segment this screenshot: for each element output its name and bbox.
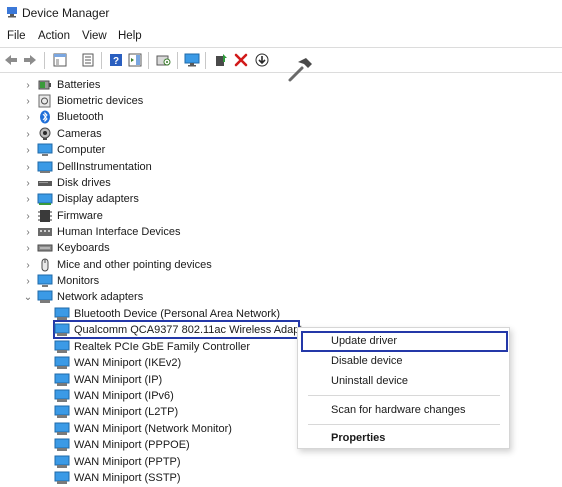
tree-item-monitors[interactable]: › Monitors: [26, 273, 99, 289]
menu-view[interactable]: View: [82, 30, 107, 42]
scan-hardware-icon[interactable]: [156, 52, 172, 68]
tree-item-network-child[interactable]: WAN Miniport (PPTP): [54, 454, 181, 470]
chevron-right-icon[interactable]: ›: [23, 192, 33, 206]
chevron-right-icon[interactable]: ›: [23, 78, 33, 92]
tree-item-network-adapters[interactable]: ⌄ Network adapters: [24, 289, 143, 305]
help-icon[interactable]: ?: [108, 52, 124, 68]
uninstall-icon[interactable]: [233, 52, 249, 68]
computer-icon: [37, 143, 53, 156]
tree-item-computer[interactable]: › Computer: [26, 142, 105, 158]
context-menu-separator: [308, 424, 500, 425]
menu-help[interactable]: Help: [118, 30, 142, 42]
monitor-icon[interactable]: [184, 52, 200, 68]
network-adapter-icon: [54, 438, 70, 451]
back-icon[interactable]: [3, 52, 19, 68]
tree-item-network-child[interactable]: WAN Miniport (IP): [54, 372, 162, 388]
chevron-right-icon[interactable]: ›: [23, 127, 33, 141]
network-adapter-icon: [54, 356, 70, 369]
tree-item-network-child[interactable]: WAN Miniport (Network Monitor): [54, 421, 232, 437]
properties-icon[interactable]: [80, 52, 96, 68]
tree-item-network-child[interactable]: WAN Miniport (SSTP): [54, 470, 181, 486]
forward-icon[interactable]: [22, 52, 38, 68]
network-adapter-icon: [54, 323, 70, 336]
chevron-right-icon[interactable]: ›: [23, 274, 33, 288]
tree-item-network-child[interactable]: WAN Miniport (PPPOE): [54, 437, 190, 453]
chevron-right-icon[interactable]: ›: [23, 110, 33, 124]
tree-item-biometric-devices[interactable]: › Biometric devices: [26, 93, 143, 109]
action-pane-icon[interactable]: [127, 52, 143, 68]
firmware-icon: [38, 210, 52, 222]
menu-bar: File Action View Help: [0, 28, 562, 46]
tree-item-firmware[interactable]: › Firmware: [26, 208, 103, 224]
network-adapter-icon: [54, 340, 70, 353]
network-adapter-icon: [54, 405, 70, 418]
chevron-right-icon[interactable]: ›: [23, 225, 33, 239]
tree-item-network-child[interactable]: WAN Miniport (L2TP): [54, 404, 178, 420]
uninstall-device-menu-item[interactable]: Uninstall device: [331, 375, 408, 387]
title-bar: Device Manager: [0, 0, 562, 26]
tree-item-network-child[interactable]: WAN Miniport (IPv6): [54, 388, 174, 404]
tree-item-disk-drives[interactable]: › Disk drives: [26, 175, 110, 191]
network-adapter-icon: [54, 307, 70, 320]
chevron-right-icon[interactable]: ›: [23, 94, 33, 108]
tree-item-network-child[interactable]: WAN Miniport (IKEv2): [54, 355, 181, 371]
tree-item-bluetooth[interactable]: › Bluetooth: [26, 109, 103, 125]
menu-file[interactable]: File: [7, 30, 26, 42]
chevron-down-icon[interactable]: ⌄: [23, 290, 33, 304]
chevron-right-icon[interactable]: ›: [23, 160, 33, 174]
tree-item-network-child[interactable]: Bluetooth Device (Personal Area Network): [54, 306, 280, 322]
chevron-right-icon[interactable]: ›: [23, 209, 33, 223]
network-adapter-icon: [54, 471, 70, 484]
tree-item-display-adapters[interactable]: › Display adapters: [26, 191, 139, 207]
tree-item-network-child[interactable]: Realtek PCIe GbE Family Controller: [54, 339, 250, 355]
device-manager-icon: [7, 7, 17, 18]
disk-drive-icon: [38, 181, 52, 186]
network-adapter-icon: [54, 389, 70, 402]
window-title: Device Manager: [22, 6, 110, 20]
toolbar: ?: [0, 47, 562, 73]
tree-item-cameras[interactable]: › Cameras: [26, 126, 102, 142]
tree-item-mice[interactable]: › Mice and other pointing devices: [26, 257, 212, 273]
battery-icon: [38, 80, 51, 90]
fingerprint-icon: [38, 94, 51, 108]
display-adapter-icon: [37, 193, 53, 205]
camera-icon: [39, 127, 51, 140]
download-icon[interactable]: [254, 52, 270, 68]
dell-device-icon: [37, 161, 53, 173]
context-menu-separator: [308, 395, 500, 396]
console-tree-icon[interactable]: [52, 52, 68, 68]
disable-device-menu-item[interactable]: Disable device: [331, 355, 403, 367]
menu-action[interactable]: Action: [38, 30, 70, 42]
chevron-right-icon[interactable]: ›: [23, 241, 33, 255]
chevron-right-icon[interactable]: ›: [23, 258, 33, 272]
update-driver-menu-item[interactable]: Update driver: [331, 335, 397, 347]
context-menu: Update driver Disable device Uninstall d…: [297, 327, 510, 449]
tree-item-dellinstrumentation[interactable]: › DellInstrumentation: [26, 159, 152, 175]
tree-item-keyboards[interactable]: › Keyboards: [26, 240, 109, 256]
tree-item-batteries[interactable]: › Batteries: [26, 77, 100, 93]
svg-text:?: ?: [113, 56, 119, 67]
chevron-right-icon[interactable]: ›: [23, 143, 33, 157]
mouse-icon: [41, 258, 49, 272]
tree-item-network-child-selected[interactable]: Qualcomm QCA9377 802.11ac Wireless Adapt…: [54, 322, 312, 338]
update-driver-icon[interactable]: [213, 52, 229, 68]
tree-item-human-interface-devices[interactable]: › Human Interface Devices: [26, 224, 180, 240]
properties-menu-item[interactable]: Properties: [331, 432, 385, 444]
network-adapter-icon: [37, 290, 53, 303]
hid-icon: [38, 228, 52, 236]
monitor-icon: [37, 274, 53, 287]
network-adapter-icon: [54, 373, 70, 386]
network-adapter-icon: [54, 422, 70, 435]
network-adapter-icon: [54, 455, 70, 468]
chevron-right-icon[interactable]: ›: [23, 176, 33, 190]
scan-hardware-menu-item[interactable]: Scan for hardware changes: [331, 404, 466, 416]
keyboard-icon: [37, 244, 53, 252]
bluetooth-icon: [40, 110, 50, 124]
